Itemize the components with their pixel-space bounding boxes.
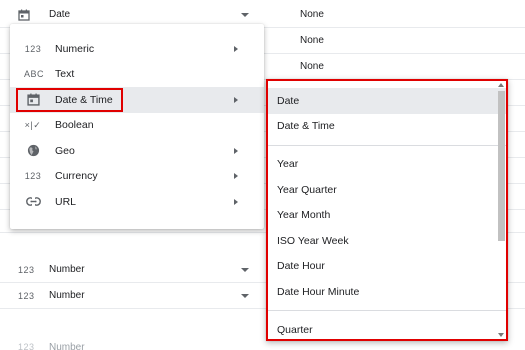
globe-icon xyxy=(24,144,42,157)
field-name: Number xyxy=(49,264,85,275)
submenu-item-year[interactable]: Year xyxy=(266,151,506,177)
submenu-divider xyxy=(266,139,506,151)
menu-item-label: Currency xyxy=(55,170,98,183)
field-name: Number xyxy=(49,290,85,301)
field-name: Date xyxy=(49,9,71,20)
submenu-item-date-hour-minute[interactable]: Date Hour Minute xyxy=(266,279,506,305)
menu-item-label: Numeric xyxy=(55,42,95,55)
number-type-icon: 123 xyxy=(18,342,35,350)
submenu-list: Date Date & Time Year Year Quarter Year … xyxy=(266,88,506,341)
menu-item-numeric[interactable]: 123 Numeric xyxy=(10,36,264,62)
submenu-item-date-time[interactable]: Date & Time xyxy=(266,114,506,140)
menu-item-date-time[interactable]: Date & Time xyxy=(10,87,264,113)
submenu-divider xyxy=(266,305,506,317)
field-type-menu: 123 Numeric ABC Text Date & Time ×|✓ Boo… xyxy=(10,24,264,229)
chevron-right-icon xyxy=(234,198,238,205)
link-icon xyxy=(24,197,42,207)
submenu-item-quarter[interactable]: Quarter xyxy=(266,317,506,341)
scrollbar-thumb[interactable] xyxy=(498,91,505,241)
menu-item-boolean[interactable]: ×|✓ Boolean xyxy=(10,113,264,139)
submenu-item-iso-year-week[interactable]: ISO Year Week xyxy=(266,228,506,254)
menu-item-label: Geo xyxy=(55,144,75,157)
number-type-icon: 123 xyxy=(18,264,35,275)
data-source-editor: Date None None None 123 Number 123 Numbe… xyxy=(0,0,525,350)
menu-item-label: Boolean xyxy=(55,119,94,132)
menu-item-label: Text xyxy=(55,68,75,81)
field-aggregation[interactable]: None xyxy=(300,9,324,20)
submenu-item-date[interactable]: Date xyxy=(266,88,506,114)
menu-item-label: URL xyxy=(55,195,77,208)
menu-item-geo[interactable]: Geo xyxy=(10,138,264,164)
chevron-right-icon xyxy=(234,45,238,52)
chevron-right-icon xyxy=(234,147,238,154)
menu-item-label: Date & Time xyxy=(55,93,113,106)
type-dropdown-caret-icon[interactable] xyxy=(241,293,249,298)
submenu-item-year-month[interactable]: Year Month xyxy=(266,202,506,228)
menu-item-text[interactable]: ABC Text xyxy=(10,62,264,88)
currency-type-icon: 123 xyxy=(24,171,42,182)
menu-item-url[interactable]: URL xyxy=(10,189,264,215)
number-type-icon: 123 xyxy=(24,43,42,54)
submenu-item-year-quarter[interactable]: Year Quarter xyxy=(266,177,506,203)
scroll-up-icon[interactable] xyxy=(498,83,504,87)
type-dropdown-caret-icon[interactable] xyxy=(241,267,249,272)
field-aggregation[interactable]: None xyxy=(300,61,324,72)
calendar-icon xyxy=(18,9,30,21)
submenu-scrollbar[interactable] xyxy=(498,83,505,337)
submenu-item-date-hour[interactable]: Date Hour xyxy=(266,254,506,280)
menu-item-currency[interactable]: 123 Currency xyxy=(10,164,264,190)
field-aggregation[interactable]: None xyxy=(300,35,324,46)
boolean-type-icon: ×|✓ xyxy=(24,119,42,130)
scroll-down-icon[interactable] xyxy=(498,333,504,337)
date-time-submenu: Date Date & Time Year Year Quarter Year … xyxy=(266,79,508,341)
type-dropdown-caret-icon[interactable] xyxy=(241,12,249,17)
text-type-icon: ABC xyxy=(24,69,45,80)
field-name: Number xyxy=(49,341,85,350)
number-type-icon: 123 xyxy=(18,290,35,301)
chevron-right-icon xyxy=(234,173,238,180)
calendar-icon xyxy=(24,93,42,106)
chevron-right-icon xyxy=(234,96,238,103)
